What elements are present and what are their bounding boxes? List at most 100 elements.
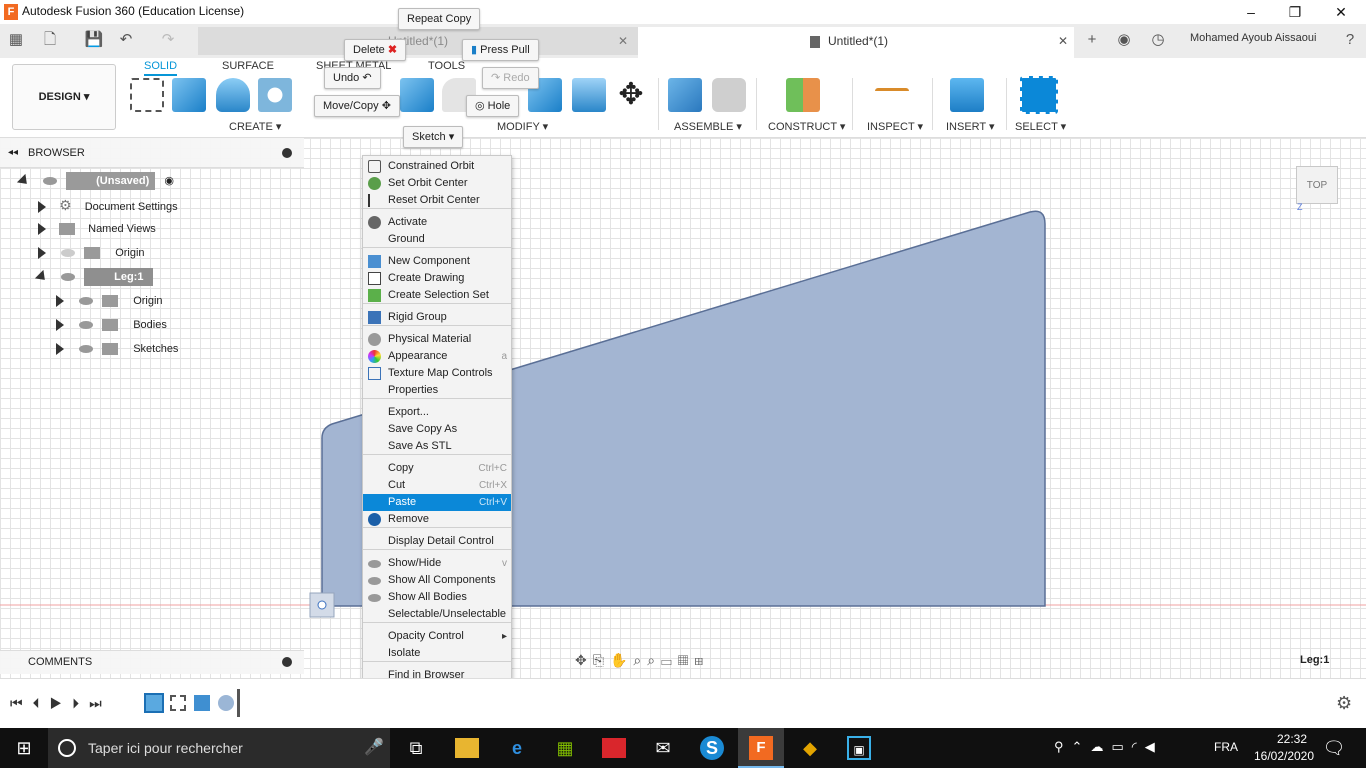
play-icon[interactable]: ▶ [50,695,73,711]
menu-item-export[interactable]: Export... [363,404,511,421]
zoom-window-icon[interactable]: ⌕ [647,652,661,668]
clock-date[interactable]: 16/02/2020 [1246,749,1322,763]
close-window-button[interactable]: ✕ [1318,2,1364,22]
battery-icon[interactable]: ▭ [1111,739,1131,754]
create-sketch-icon[interactable] [130,78,164,112]
menu-item-reset-orbit-center[interactable]: Reset Orbit Center [363,192,511,209]
extensions-icon[interactable]: ◉ [1114,30,1134,50]
menu-item-paste[interactable]: Paste Ctrl+V [363,494,511,511]
edge-browser-icon[interactable]: e [505,736,529,760]
menu-item-ground[interactable]: Ground [363,231,511,248]
volume-icon[interactable]: ◀ [1145,739,1163,754]
menu-item-texture-map-controls[interactable]: Texture Map Controls [363,365,511,382]
redo-button[interactable]: ↷ Redo [482,67,539,89]
tree-node-sketches[interactable]: Sketches [56,337,178,361]
tab-tools[interactable]: TOOLS [428,60,465,72]
system-tray[interactable]: ⚲⌃☁▭◜◀ [1054,739,1163,755]
tree-node-root[interactable]: (Unsaved) ◉ [16,169,174,193]
timeline-playback-controls[interactable]: ⏮⏴▶⏵⏭ [10,695,112,712]
select-group-label[interactable]: SELECT ▾ [1015,120,1066,133]
inspect-group-label[interactable]: INSPECT ▾ [867,120,923,133]
microphone-icon[interactable]: 🎤 [364,737,384,757]
windows-start-icon[interactable]: ⊞ [12,736,36,760]
redo-icon[interactable]: ↷ [158,30,178,50]
navigation-bar[interactable]: ✥⎘✋⌕⌕▭▦⊞ [575,652,709,669]
tree-node-leg-origin[interactable]: Origin [56,289,163,313]
skype-icon[interactable]: S [700,736,724,760]
step-back-icon[interactable]: ⏴ [33,695,50,711]
construct-group-label[interactable]: CONSTRUCT ▾ [768,120,845,133]
timeline-settings-gear-icon[interactable]: ⚙ [1336,693,1352,714]
collapse-panel-icon[interactable]: ◂◂ [8,138,18,168]
menu-item-create-drawing[interactable]: Create Drawing [363,270,511,287]
zoom-icon[interactable]: ⌕ [633,652,647,668]
chevron-up-icon[interactable]: ⌃ [1072,739,1091,754]
minimize-button[interactable]: – [1228,2,1274,22]
menu-item-activate[interactable]: Activate [363,214,511,231]
menu-item-show-all-bodies[interactable]: Show All Bodies [363,589,511,606]
hole-button[interactable]: ◎ Hole [466,95,520,117]
user-name[interactable]: Mohamed Ayoub Aissaoui [1190,32,1316,44]
expand-triangle-icon[interactable] [34,270,50,285]
file-menu-icon[interactable]: 🗋 [40,30,60,50]
restore-button[interactable]: ❐ [1272,2,1318,22]
hole-tool-icon[interactable] [258,78,292,112]
data-panel-grid-icon[interactable]: ▦ [6,30,26,50]
menu-item-show-all-components[interactable]: Show All Components [363,572,511,589]
workspace-switcher-button[interactable]: DESIGN ▾ [12,64,116,130]
select-icon[interactable] [1020,76,1058,114]
menu-item-save-copy-as[interactable]: Save Copy As [363,421,511,438]
display-settings-icon[interactable]: ▭ [661,652,678,668]
pinned-app-2-icon[interactable]: ▣ [847,736,871,760]
viewcube[interactable]: TOP [1296,166,1338,204]
move-icon[interactable]: ✥ [614,78,648,112]
onedrive-icon[interactable]: ☁ [1090,739,1111,754]
fusion-taskbar-button[interactable]: F [738,728,784,768]
save-icon[interactable]: 💾 [84,30,104,50]
eye-icon[interactable] [79,345,94,354]
revolve-icon[interactable] [216,78,250,112]
language-indicator[interactable]: FRA [1214,740,1238,754]
go-to-start-icon[interactable]: ⏮ [10,695,33,711]
tree-node-leg[interactable]: Leg:1 [34,265,154,289]
tab-document-active[interactable]: Untitled*(1) ✕ [638,27,1074,58]
timeline-extrude-feature-icon[interactable] [194,695,210,711]
menu-item-new-component[interactable]: New Component [363,253,511,270]
expand-triangle-icon[interactable] [16,174,32,189]
sketch-dropdown-button[interactable]: Sketch ▾ [403,126,464,148]
new-tab-plus-icon[interactable]: + [1082,30,1102,50]
menu-item-display-detail-control[interactable]: Display Detail Control [363,533,511,550]
close-tab-icon[interactable]: ✕ [1058,27,1068,55]
wifi-icon[interactable]: ◜ [1132,739,1145,754]
comments-panel[interactable]: COMMENTS [0,650,304,674]
minimize-panel-icon[interactable] [282,148,292,158]
pinned-app-icon[interactable]: ◆ [798,736,822,760]
undo-button[interactable]: Undo ↶ [324,67,381,89]
assemble-group-label[interactable]: ASSEMBLE ▾ [674,120,742,133]
people-icon[interactable]: ⚲ [1054,739,1072,754]
tree-node-bodies[interactable]: Bodies [56,313,167,337]
menu-item-selectable-unselectable[interactable]: Selectable/Unselectable [363,606,511,623]
timeline-sketch-feature-icon[interactable] [170,695,186,711]
tree-node-document-settings[interactable]: ⚙ Document Settings [38,193,178,217]
menu-item-set-orbit-center[interactable]: Set Orbit Center [363,175,511,192]
menu-item-constrained-orbit[interactable]: Constrained Orbit [363,158,511,175]
clock-time[interactable]: 22:32 [1262,732,1322,746]
eye-hidden-icon[interactable] [61,249,76,258]
insert-group-label[interactable]: INSERT ▾ [946,120,995,133]
menu-item-cut[interactable]: Cut Ctrl+X [363,477,511,494]
repeat-copy-button[interactable]: Repeat Copy [398,8,481,30]
tab-solid[interactable]: SOLID [144,60,178,76]
expand-triangle-icon[interactable] [56,343,64,356]
job-status-icon[interactable]: ◷ [1148,30,1168,50]
expand-triangle-icon[interactable] [56,319,64,332]
eye-icon[interactable] [43,177,58,186]
notifications-icon[interactable]: 🗨 [1322,736,1346,760]
new-component-icon[interactable] [668,78,702,112]
modify-group-label[interactable]: MODIFY ▾ [497,120,548,133]
tab-document-1[interactable]: Untitled*(1) ✕ [198,27,638,55]
tree-node-origin[interactable]: Origin [38,241,145,265]
joint-icon[interactable] [712,78,746,112]
press-pull-tool-icon[interactable] [400,78,434,112]
menu-item-isolate[interactable]: Isolate [363,645,511,662]
